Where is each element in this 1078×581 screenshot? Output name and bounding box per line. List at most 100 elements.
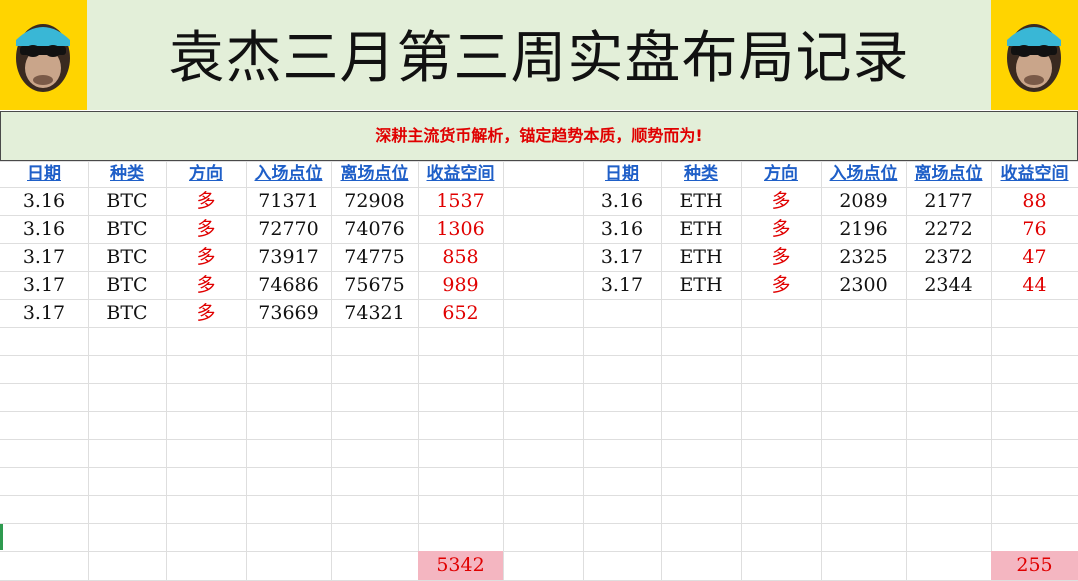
table-cell: 3.16 xyxy=(22,190,66,212)
grid-line xyxy=(583,161,584,580)
grid-line xyxy=(331,161,332,580)
table-cell: BTC xyxy=(106,218,148,240)
grid-line xyxy=(0,495,1078,496)
page-title: 袁杰三月第三周实盘布局记录 xyxy=(168,26,910,91)
table-cell: 47 xyxy=(1022,246,1047,268)
table-cell: 71371 xyxy=(258,190,319,212)
grid-line xyxy=(0,523,1078,524)
table-cell: BTC xyxy=(106,246,148,268)
table-cell: 1537 xyxy=(436,190,485,212)
table-cell: 3.16 xyxy=(600,218,644,240)
table-cell: 74321 xyxy=(344,302,405,324)
column-header: 入场点位 xyxy=(254,164,323,184)
table-cell: 2300 xyxy=(839,274,888,296)
table-cell: ETH xyxy=(679,218,723,240)
table-cell: 2344 xyxy=(924,274,973,296)
grid-line xyxy=(991,161,992,580)
column-header: 方向 xyxy=(764,164,798,184)
table-cell: 多 xyxy=(771,246,791,268)
grid-line xyxy=(0,551,1078,552)
grid-line xyxy=(906,161,907,580)
table-cell: 989 xyxy=(442,274,479,296)
table-cell: 2089 xyxy=(839,190,888,212)
table-cell: 652 xyxy=(442,302,479,324)
column-header: 种类 xyxy=(110,164,144,184)
table-cell: 73917 xyxy=(258,246,319,268)
table-cell: 3.16 xyxy=(600,190,644,212)
grid-line xyxy=(741,161,742,580)
table-cell: 858 xyxy=(442,246,479,268)
table-cell: 72908 xyxy=(344,190,405,212)
subtitle-banner: 深耕主流货币解析，锚定趋势本质，顺势而为! xyxy=(0,111,1078,161)
column-header: 种类 xyxy=(684,164,718,184)
table-cell: 多 xyxy=(771,274,791,296)
grid-line xyxy=(418,161,419,580)
table-cell: ETH xyxy=(679,246,723,268)
table-cell: 3.17 xyxy=(600,246,644,268)
grid-line xyxy=(0,327,1078,328)
table-cell: 88 xyxy=(1022,190,1047,212)
grid-line xyxy=(0,355,1078,356)
table-cell: 74775 xyxy=(344,246,405,268)
column-header: 日期 xyxy=(605,164,639,184)
logo-right xyxy=(991,0,1078,110)
column-header: 离场点位 xyxy=(340,164,409,184)
grid-line xyxy=(166,161,167,580)
table-cell: 3.16 xyxy=(22,218,66,240)
grid-line xyxy=(0,271,1078,272)
table-cell: 1306 xyxy=(436,218,485,240)
grid-line xyxy=(0,439,1078,440)
table-cell: 2272 xyxy=(924,218,973,240)
row-marker xyxy=(0,524,3,550)
table-cell: 2177 xyxy=(924,190,973,212)
table-cell: BTC xyxy=(106,274,148,296)
table-cell: 2325 xyxy=(839,246,888,268)
table-cell: 76 xyxy=(1022,218,1047,240)
table-cell: ETH xyxy=(679,190,723,212)
logo-left xyxy=(0,0,87,110)
table-cell: BTC xyxy=(106,302,148,324)
grid-line xyxy=(0,243,1078,244)
table-cell: 多 xyxy=(771,190,791,212)
table-cell: 3.17 xyxy=(600,274,644,296)
grid-line xyxy=(0,299,1078,300)
table-cell: 2196 xyxy=(839,218,888,240)
grid-line xyxy=(0,467,1078,468)
grid-line xyxy=(661,161,662,580)
btc-total: 5342 xyxy=(418,551,503,580)
table-cell: 3.17 xyxy=(22,246,66,268)
table-cell: ETH xyxy=(679,274,723,296)
grid-line xyxy=(0,411,1078,412)
column-header: 收益空间 xyxy=(1000,164,1069,184)
table-cell: 44 xyxy=(1022,274,1047,296)
column-header: 方向 xyxy=(189,164,223,184)
table-cell: 72770 xyxy=(258,218,319,240)
grid-line xyxy=(503,161,504,580)
grid-line xyxy=(246,161,247,580)
column-header: 离场点位 xyxy=(914,164,983,184)
table-cell: 74686 xyxy=(258,274,319,296)
table-cell: 3.17 xyxy=(22,274,66,296)
monkey-icon xyxy=(16,24,70,92)
table-cell: 3.17 xyxy=(22,302,66,324)
table-cell: 多 xyxy=(196,218,216,240)
table-cell: 多 xyxy=(196,302,216,324)
table-cell: BTC xyxy=(106,190,148,212)
table-cell: 多 xyxy=(196,274,216,296)
monkey-icon xyxy=(1007,24,1061,92)
table-cell: 多 xyxy=(196,246,216,268)
table-cell: 多 xyxy=(196,190,216,212)
column-header: 收益空间 xyxy=(426,164,495,184)
table-cell: 73669 xyxy=(258,302,319,324)
grid-line xyxy=(0,187,1078,188)
table-cell: 多 xyxy=(771,218,791,240)
grid-line xyxy=(0,161,1078,162)
column-header: 入场点位 xyxy=(829,164,898,184)
grid-line xyxy=(0,383,1078,384)
grid-line xyxy=(88,161,89,580)
grid-line xyxy=(0,215,1078,216)
grid-line xyxy=(821,161,822,580)
eth-total: 255 xyxy=(991,551,1078,580)
table-cell: 2372 xyxy=(924,246,973,268)
table-cell: 74076 xyxy=(344,218,405,240)
